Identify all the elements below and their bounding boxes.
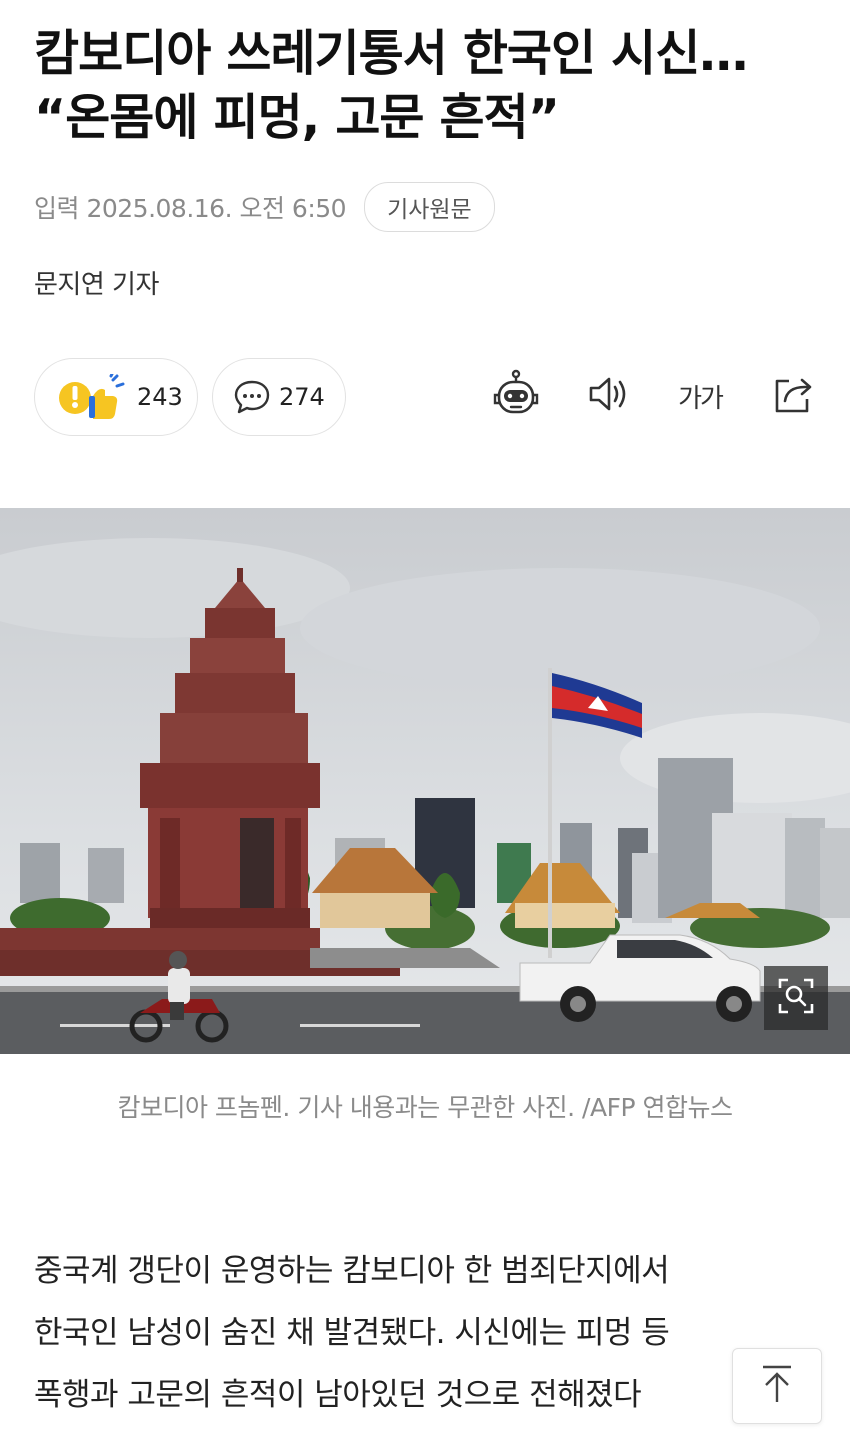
comment-button[interactable]: 274	[212, 358, 346, 436]
tts-button[interactable]	[582, 370, 634, 422]
photo-caption: 캄보디아 프놈펜. 기사 내용과는 무관한 사진. /AFP 연합뉴스	[117, 1093, 733, 1122]
comment-bubble-icon	[233, 378, 271, 416]
photo-zoom-button[interactable]	[764, 966, 828, 1030]
font-size-button[interactable]: 가가	[672, 370, 728, 422]
reaction-count: 243	[137, 383, 183, 411]
publish-date: 입력 2025.08.16. 오전 6:50	[34, 194, 347, 223]
article-meta: 입력 2025.08.16. 오전 6:50 기사원문	[34, 182, 495, 232]
speaker-icon	[585, 371, 631, 421]
article-photo	[0, 508, 850, 1054]
body-line: 한국인 남성이 숨진 채 발견됐다. 시신에는 피멍 등	[34, 1315, 670, 1351]
arrow-up-icon	[757, 1362, 797, 1410]
original-article-button[interactable]: 기사원문	[364, 182, 495, 232]
zoom-search-icon	[776, 976, 816, 1020]
reporter-name: 문지연 기자	[34, 270, 159, 300]
article-title: 캄보디아 쓰레기통서 한국인 시신… “온몸에 피멍, 고문 흔적”	[34, 25, 748, 146]
body-line: 폭행과 고문의 흔적이 남아있던 것으로 전해졌다	[34, 1377, 642, 1413]
article-body: 중국계 갱단이 운영하는 캄보디아 한 범죄단지에서 한국인 남성이 숨진 채 …	[34, 1240, 824, 1426]
scroll-top-button[interactable]	[732, 1348, 822, 1424]
comment-count: 274	[279, 383, 325, 411]
phnom-penh-photo	[0, 508, 850, 1054]
summary-bot-button[interactable]	[490, 369, 542, 423]
robot-summary-icon	[491, 369, 541, 423]
font-size-label: 가가	[678, 383, 724, 414]
font-size-icon: 가가	[678, 378, 724, 415]
reaction-emoji-icon	[57, 374, 129, 420]
body-line: 중국계 갱단이 운영하는 캄보디아 한 범죄단지에서	[34, 1253, 670, 1289]
reaction-button[interactable]: 243	[34, 358, 198, 436]
share-button[interactable]	[766, 370, 818, 422]
share-icon	[769, 371, 815, 421]
